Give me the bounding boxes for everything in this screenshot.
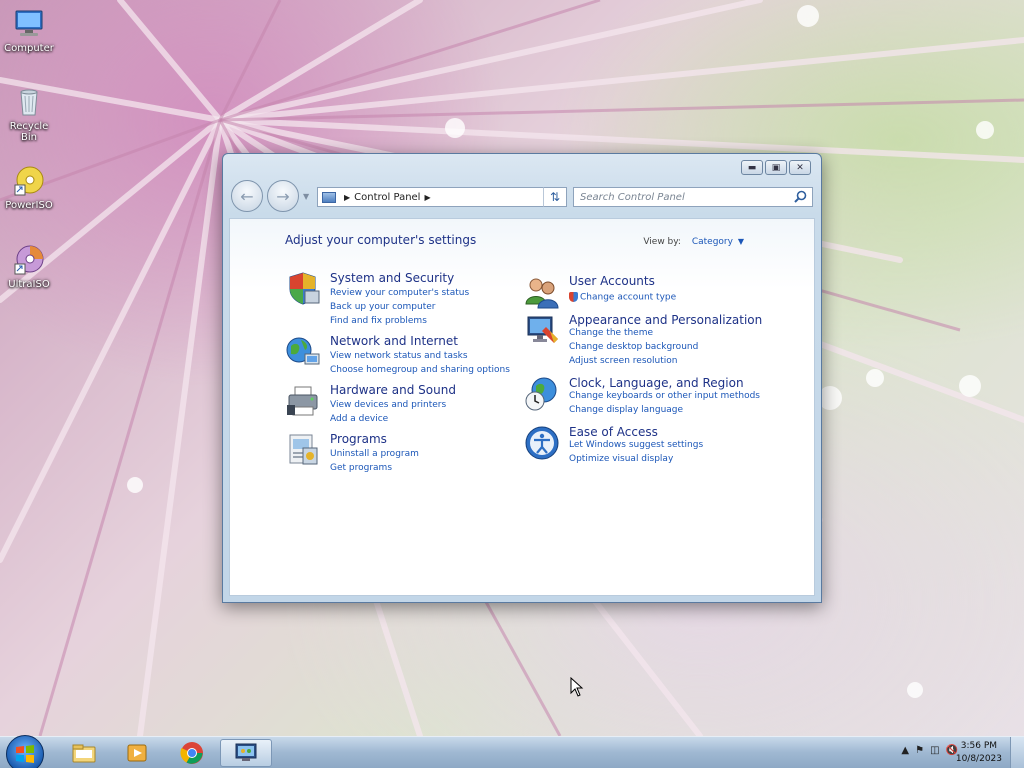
page-title: Adjust your computer's settings [285, 233, 477, 247]
network-icon[interactable]: ◫ [930, 745, 939, 756]
category-title[interactable]: Appearance and Personalization [569, 313, 762, 327]
ease-of-access-icon [525, 426, 559, 460]
taskbar: ▲ ⚑ ◫ 🔇 3:56 PM 10/8/2023 [0, 735, 1024, 768]
search-placeholder: Search Control Panel [580, 191, 685, 203]
system-tray: ▲ ⚑ ◫ 🔇 [901, 745, 958, 756]
forward-arrow-icon: → [276, 186, 290, 206]
link-account-type-label[interactable]: Change account type [580, 293, 676, 303]
recent-pages-dropdown[interactable]: ▼ [303, 192, 309, 201]
close-button[interactable]: ✕ [789, 160, 811, 175]
start-button[interactable] [6, 735, 44, 768]
refresh-icon: ⇅ [549, 190, 561, 204]
close-icon: ✕ [796, 162, 804, 173]
maximize-icon: ▣ [771, 162, 781, 173]
link-optimize-display[interactable]: Optimize visual display [569, 454, 673, 464]
navigation-bar: ← → ▼ ▶ Control Panel ▶ ▼ ⇅ Search Contr… [231, 180, 813, 214]
show-desktop-button[interactable] [1010, 737, 1024, 768]
link-review-status[interactable]: Review your computer's status [330, 288, 469, 298]
breadcrumb-control-panel[interactable]: Control Panel [354, 192, 420, 203]
mouse-cursor-icon [570, 677, 584, 697]
link-find-fix[interactable]: Find and fix problems [330, 316, 427, 326]
view-by: View by: Category ▼ [643, 237, 744, 247]
category-title[interactable]: User Accounts [569, 274, 655, 288]
computer-icon [13, 8, 45, 40]
ultraiso-icon [13, 244, 45, 276]
control-panel-icon [322, 191, 336, 203]
category-title[interactable]: Clock, Language, and Region [569, 376, 744, 390]
link-display-language[interactable]: Change display language [569, 405, 683, 415]
back-arrow-icon: ← [240, 186, 254, 206]
programs-icon [289, 434, 318, 465]
taskbar-file-explorer[interactable] [58, 739, 110, 767]
link-suggest-settings[interactable]: Let Windows suggest settings [569, 440, 703, 450]
poweriso-icon [13, 165, 45, 197]
category-title[interactable]: Ease of Access [569, 425, 658, 439]
link-add-device[interactable]: Add a device [330, 414, 388, 424]
breadcrumb-chevron-icon[interactable]: ▶ [344, 193, 350, 202]
link-back-up[interactable]: Back up your computer [330, 302, 436, 312]
clock-time: 3:56 PM [960, 741, 998, 751]
link-network-status[interactable]: View network status and tasks [330, 351, 468, 361]
monitor-paint-icon [527, 316, 558, 343]
shield-icon [289, 272, 320, 305]
link-account-type[interactable]: Change account type [569, 292, 676, 303]
action-center-flag-icon[interactable]: ⚑ [915, 745, 924, 756]
printer-icon [287, 386, 318, 416]
refresh-button[interactable]: ⇅ [543, 187, 567, 207]
minimize-button[interactable]: ▬ [741, 160, 763, 175]
window-controls: ▬ ▣ ✕ [741, 160, 811, 175]
clock-date: 10/8/2023 [955, 754, 1002, 764]
file-explorer-icon [72, 744, 96, 763]
taskbar-control-panel[interactable] [220, 739, 272, 767]
category-title[interactable]: Programs [330, 432, 387, 446]
content-pane: Adjust your computer's settings View by:… [229, 218, 815, 596]
link-homegroup[interactable]: Choose homegroup and sharing options [330, 365, 510, 375]
show-hidden-icons-icon[interactable]: ▲ [901, 745, 909, 756]
breadcrumb-chevron-icon[interactable]: ▶ [424, 193, 430, 202]
link-get-programs[interactable]: Get programs [330, 463, 392, 473]
desktop-icon-label: PowerISO [5, 200, 53, 211]
taskbar-chrome[interactable] [166, 739, 218, 767]
users-icon [525, 278, 559, 309]
clock[interactable]: 3:56 PM 10/8/2023 [956, 740, 1002, 766]
category-title[interactable]: System and Security [330, 271, 454, 285]
link-desktop-background[interactable]: Change desktop background [569, 342, 698, 352]
desktop-icon-label: Recycle Bin [9, 121, 49, 143]
desktop-icon-label: Computer [4, 43, 54, 54]
taskbar-media-player[interactable] [112, 739, 164, 767]
view-by-dropdown[interactable]: Category [692, 237, 733, 247]
link-change-theme[interactable]: Change the theme [569, 328, 653, 338]
link-uninstall[interactable]: Uninstall a program [330, 449, 419, 459]
media-player-icon [127, 744, 147, 762]
chevron-down-icon[interactable]: ▼ [738, 237, 744, 246]
control-panel-icon [235, 743, 257, 761]
recycle-bin-icon [13, 86, 45, 118]
windows-logo-icon [16, 745, 34, 763]
minimize-icon: ▬ [747, 162, 757, 173]
view-by-label: View by: [643, 237, 681, 247]
desktop-icon-ultraiso[interactable]: UltraISO [4, 244, 54, 290]
desktop-icon-computer[interactable]: Computer [4, 8, 54, 54]
chrome-icon [180, 742, 203, 764]
control-panel-window[interactable]: ▬ ▣ ✕ ← → ▼ ▶ Control Panel ▶ ▼ ⇅ Search… [222, 153, 822, 603]
desktop-icon-recycle-bin[interactable]: Recycle Bin [4, 86, 54, 143]
desktop-icon-poweriso[interactable]: PowerISO [4, 165, 54, 211]
globe-network-icon [286, 337, 320, 365]
category-title[interactable]: Hardware and Sound [330, 383, 456, 397]
back-button[interactable]: ← [231, 180, 263, 212]
link-keyboards[interactable]: Change keyboards or other input methods [569, 391, 760, 401]
category-title[interactable]: Network and Internet [330, 334, 458, 348]
search-input[interactable]: Search Control Panel [573, 187, 813, 207]
desktop-icon-label: UltraISO [8, 279, 50, 290]
address-bar[interactable]: ▶ Control Panel ▶ ▼ [317, 187, 567, 207]
clock-globe-icon [525, 377, 557, 411]
maximize-button[interactable]: ▣ [765, 160, 787, 175]
link-screen-resolution[interactable]: Adjust screen resolution [569, 356, 677, 366]
uac-shield-icon [569, 292, 578, 302]
forward-button[interactable]: → [267, 180, 299, 212]
search-icon[interactable] [794, 190, 807, 203]
link-devices-printers[interactable]: View devices and printers [330, 400, 446, 410]
